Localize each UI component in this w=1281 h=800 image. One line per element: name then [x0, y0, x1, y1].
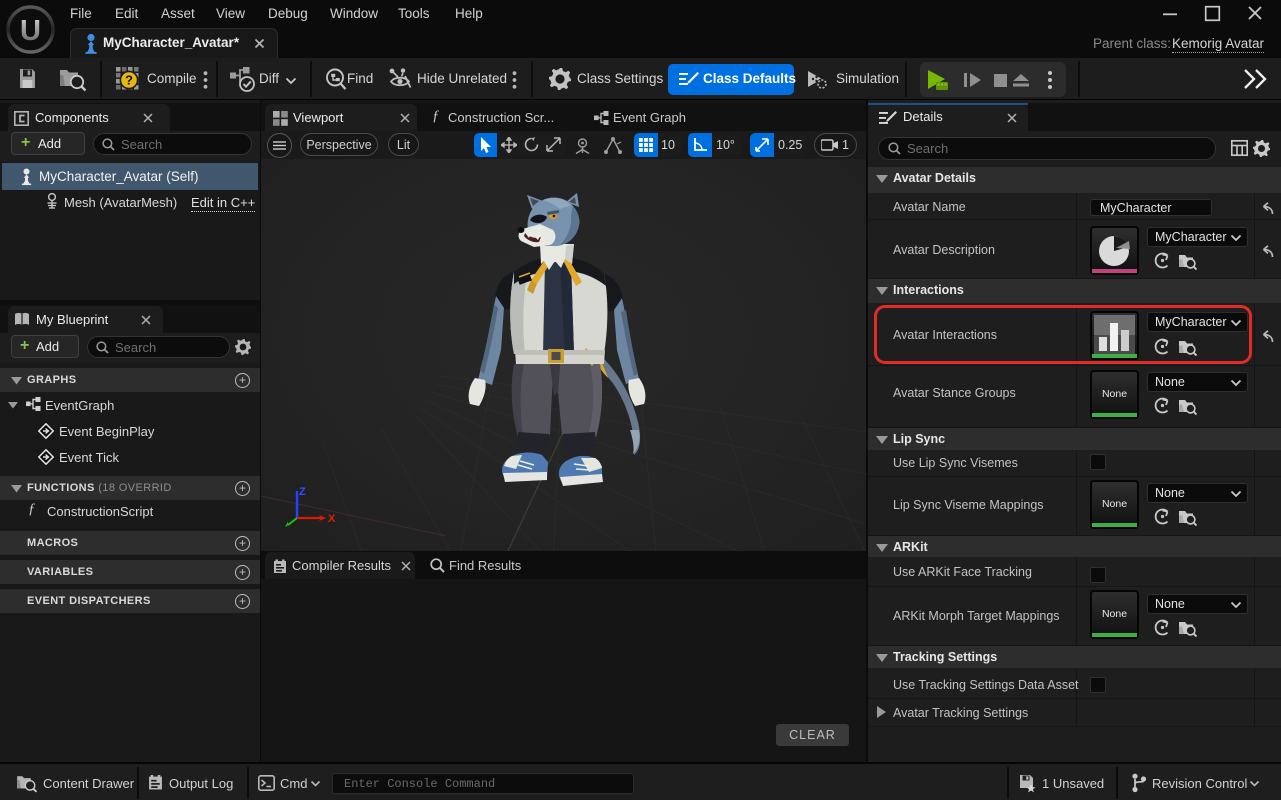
svg-text:X: X	[328, 513, 336, 525]
svg-text:Z: Z	[299, 486, 306, 498]
svg-text:U: U	[20, 15, 41, 47]
svg-text:?: ?	[125, 73, 133, 88]
